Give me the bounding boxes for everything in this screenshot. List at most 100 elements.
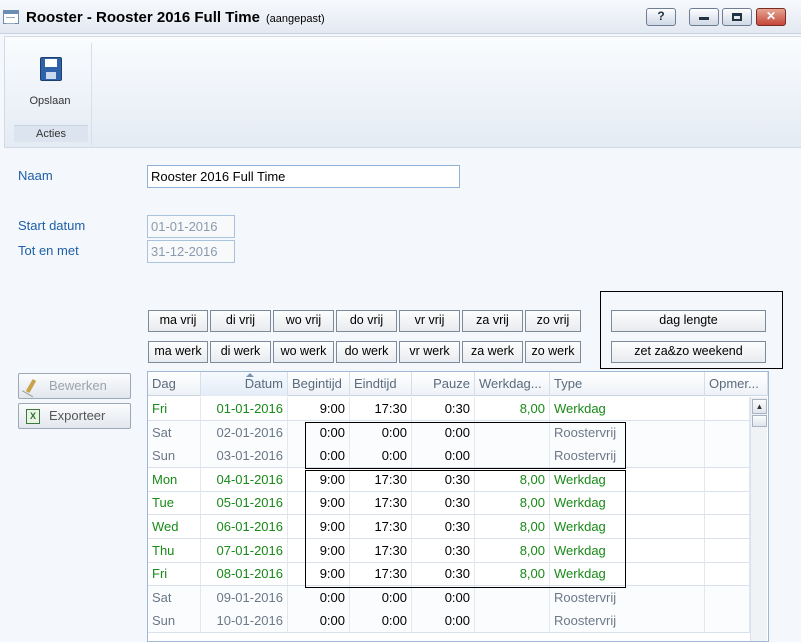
vertical-scrollbar[interactable]: ▲ — [750, 397, 767, 641]
cell-begin[interactable]: 0:00 — [288, 444, 350, 468]
cell-type[interactable]: Werkdag — [550, 467, 705, 491]
minimize-button[interactable] — [689, 8, 719, 26]
zo-werk-button[interactable]: zo werk — [525, 341, 581, 363]
cell-type[interactable]: Roostervrij — [550, 585, 705, 609]
cell-datum[interactable]: 03-01-2016 — [201, 444, 288, 468]
cell-begin[interactable]: 0:00 — [288, 585, 350, 609]
cell-begin[interactable]: 9:00 — [288, 491, 350, 515]
cell-begin[interactable]: 9:00 — [288, 397, 350, 420]
column-header-werkdag[interactable]: Werkdag... — [475, 372, 550, 396]
cell-pauze[interactable]: 0:30 — [412, 515, 475, 538]
scroll-thumb[interactable] — [752, 415, 767, 427]
help-button[interactable]: ? — [646, 8, 676, 26]
column-header-eindtijd[interactable]: Eindtijd — [350, 372, 412, 396]
cell-werkdag[interactable] — [475, 420, 550, 444]
cell-type[interactable]: Werkdag — [550, 562, 705, 586]
table-row[interactable]: Sat 02-01-2016 0:00 0:00 0:00 Roostervrij — [148, 420, 750, 445]
cell-pauze[interactable]: 0:00 — [412, 444, 475, 468]
cell-eind[interactable]: 17:30 — [350, 515, 412, 538]
za-werk-button[interactable]: za werk — [462, 341, 523, 363]
zet-weekend-button[interactable]: zet za&zo weekend — [611, 341, 766, 363]
di-vrij-button[interactable]: di vrij — [210, 310, 271, 332]
cell-opmerking[interactable] — [705, 397, 750, 420]
vr-vrij-button[interactable]: vr vrij — [399, 310, 460, 332]
cell-datum[interactable]: 10-01-2016 — [201, 609, 288, 633]
cell-werkdag[interactable]: 8,00 — [475, 397, 550, 420]
cell-datum[interactable]: 01-01-2016 — [201, 397, 288, 420]
bewerken-button[interactable]: Bewerken — [18, 373, 131, 399]
table-row[interactable]: Sun 10-01-2016 0:00 0:00 0:00 Roostervrij — [148, 609, 750, 634]
cell-eind[interactable]: 17:30 — [350, 538, 412, 562]
cell-werkdag[interactable] — [475, 444, 550, 468]
cell-dag[interactable]: Thu — [148, 538, 201, 562]
zo-vrij-button[interactable]: zo vrij — [525, 310, 581, 332]
cell-eind[interactable]: 0:00 — [350, 585, 412, 609]
table-row[interactable]: Sat 09-01-2016 0:00 0:00 0:00 Roostervrij — [148, 585, 750, 610]
cell-eind[interactable]: 0:00 — [350, 420, 412, 444]
table-row[interactable]: Wed 06-01-2016 9:00 17:30 0:30 8,00 Werkdag — [148, 515, 750, 539]
column-header-opmerking[interactable]: Opmer... — [705, 372, 768, 396]
scroll-up-arrow-icon[interactable]: ▲ — [752, 399, 767, 414]
cell-pauze[interactable]: 0:30 — [412, 397, 475, 420]
cell-pauze[interactable]: 0:00 — [412, 585, 475, 609]
cell-eind[interactable]: 17:30 — [350, 397, 412, 420]
cell-werkdag[interactable]: 8,00 — [475, 491, 550, 515]
cell-werkdag[interactable]: 8,00 — [475, 562, 550, 586]
cell-begin[interactable]: 0:00 — [288, 420, 350, 444]
cell-datum[interactable]: 04-01-2016 — [201, 467, 288, 491]
cell-dag[interactable]: Fri — [148, 397, 201, 420]
cell-opmerking[interactable] — [705, 491, 750, 515]
cell-pauze[interactable]: 0:30 — [412, 538, 475, 562]
ma-vrij-button[interactable]: ma vrij — [148, 310, 208, 332]
cell-eind[interactable]: 0:00 — [350, 609, 412, 633]
column-header-datum[interactable]: Datum — [201, 372, 288, 396]
do-werk-button[interactable]: do werk — [336, 341, 397, 363]
maximize-button[interactable] — [722, 8, 752, 26]
za-vrij-button[interactable]: za vrij — [462, 310, 523, 332]
cell-begin[interactable]: 9:00 — [288, 467, 350, 491]
cell-begin[interactable]: 9:00 — [288, 538, 350, 562]
cell-eind[interactable]: 17:30 — [350, 562, 412, 586]
cell-type[interactable]: Roostervrij — [550, 609, 705, 633]
cell-dag[interactable]: Wed — [148, 515, 201, 538]
cell-begin[interactable]: 9:00 — [288, 515, 350, 538]
cell-dag[interactable]: Sun — [148, 444, 201, 468]
cell-datum[interactable]: 05-01-2016 — [201, 491, 288, 515]
table-row[interactable]: Sun 03-01-2016 0:00 0:00 0:00 Roostervrij — [148, 444, 750, 469]
column-header-begintijd[interactable]: Begintijd — [288, 372, 350, 396]
dag-lengte-button[interactable]: dag lengte — [611, 310, 766, 332]
cell-type[interactable]: Werkdag — [550, 515, 705, 538]
cell-datum[interactable]: 09-01-2016 — [201, 585, 288, 609]
cell-dag[interactable]: Sun — [148, 609, 201, 633]
cell-type[interactable]: Roostervrij — [550, 420, 705, 444]
cell-werkdag[interactable] — [475, 609, 550, 633]
cell-type[interactable]: Werkdag — [550, 538, 705, 562]
cell-datum[interactable]: 02-01-2016 — [201, 420, 288, 444]
column-header-pauze[interactable]: Pauze — [412, 372, 475, 396]
column-header-type[interactable]: Type — [550, 372, 705, 396]
cell-pauze[interactable]: 0:30 — [412, 467, 475, 491]
cell-type[interactable]: Werkdag — [550, 491, 705, 515]
exporteer-button[interactable]: X Exporteer — [18, 403, 131, 429]
cell-begin[interactable]: 0:00 — [288, 609, 350, 633]
cell-pauze[interactable]: 0:00 — [412, 609, 475, 633]
cell-dag[interactable]: Sat — [148, 585, 201, 609]
do-vrij-button[interactable]: do vrij — [336, 310, 397, 332]
save-button[interactable]: Opslaan — [14, 49, 86, 107]
cell-opmerking[interactable] — [705, 538, 750, 562]
cell-dag[interactable]: Fri — [148, 562, 201, 586]
ma-werk-button[interactable]: ma werk — [148, 341, 208, 363]
cell-opmerking[interactable] — [705, 420, 750, 444]
cell-eind[interactable]: 17:30 — [350, 491, 412, 515]
table-row[interactable]: Tue 05-01-2016 9:00 17:30 0:30 8,00 Werkdag — [148, 491, 750, 516]
cell-pauze[interactable]: 0:30 — [412, 491, 475, 515]
vr-werk-button[interactable]: vr werk — [399, 341, 460, 363]
di-werk-button[interactable]: di werk — [210, 341, 271, 363]
cell-type[interactable]: Roostervrij — [550, 444, 705, 468]
close-button[interactable]: ✕ — [756, 8, 786, 26]
cell-werkdag[interactable]: 8,00 — [475, 538, 550, 562]
cell-dag[interactable]: Mon — [148, 467, 201, 491]
cell-werkdag[interactable]: 8,00 — [475, 467, 550, 491]
cell-begin[interactable]: 9:00 — [288, 562, 350, 586]
cell-opmerking[interactable] — [705, 585, 750, 609]
